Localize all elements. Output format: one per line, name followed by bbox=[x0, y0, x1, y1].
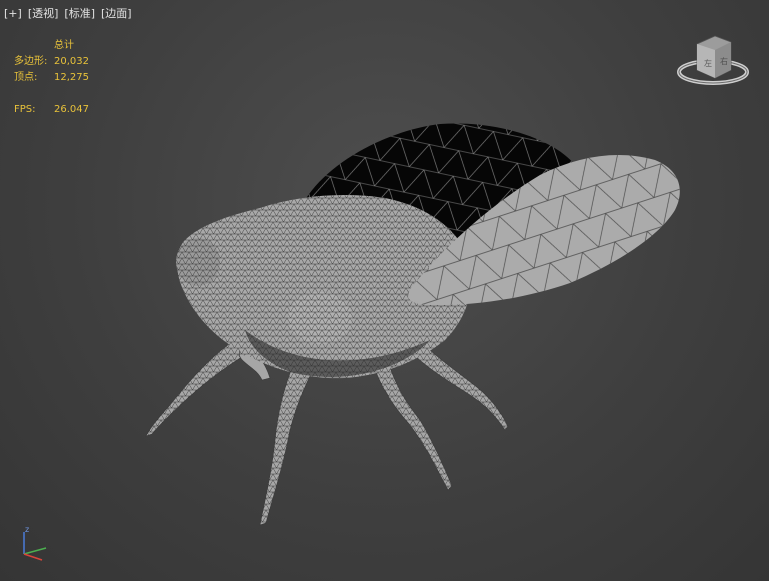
viewcube[interactable]: 左 右 bbox=[675, 34, 751, 88]
viewcube-right-face: 右 bbox=[720, 56, 728, 66]
axis-z-label: z bbox=[25, 525, 29, 534]
viewport-scene[interactable] bbox=[0, 0, 769, 581]
viewcube-left-face: 左 bbox=[704, 58, 712, 68]
axis-tripod: z bbox=[23, 525, 47, 561]
